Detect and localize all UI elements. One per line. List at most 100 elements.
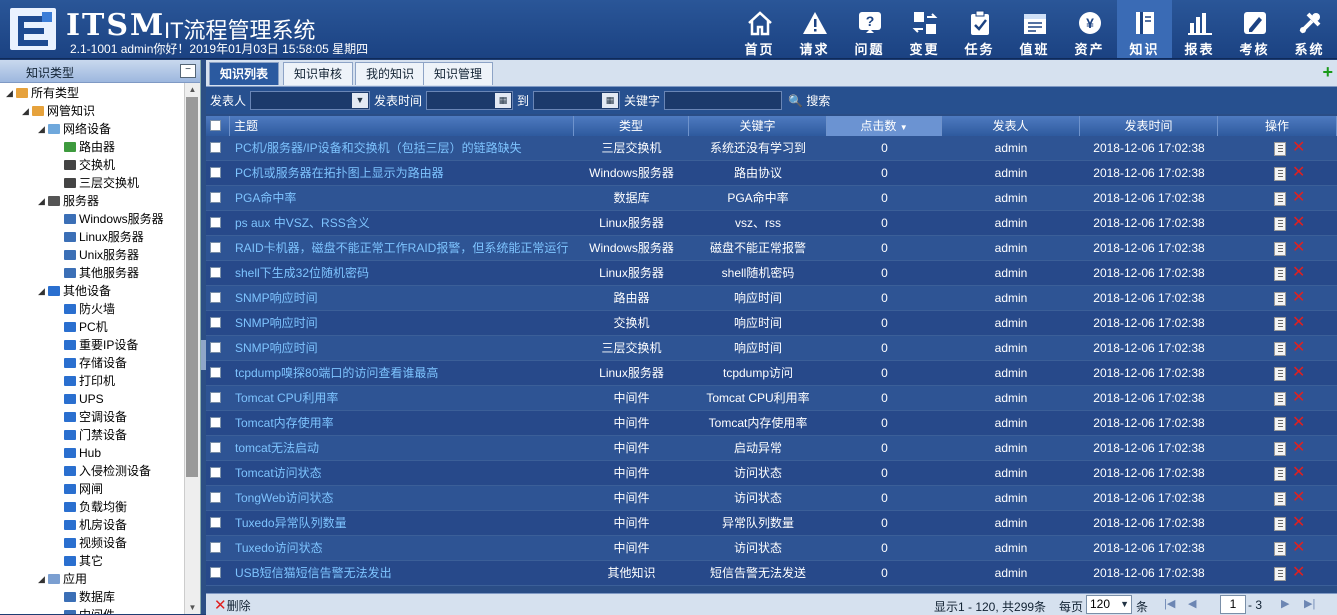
row-checkbox[interactable] xyxy=(210,142,221,153)
edit-icon[interactable] xyxy=(1274,417,1286,431)
subject-link[interactable]: RAID卡机器，磁盘不能正常工作RAID报警，但系统能正常运行 xyxy=(235,236,574,261)
subject-link[interactable]: tomcat无法启动 xyxy=(235,436,574,461)
subject-link[interactable]: Tomcat CPU利用率 xyxy=(235,386,574,411)
nav-item-bar-chart[interactable]: 报表 xyxy=(1172,0,1227,58)
tree-node[interactable]: 重要IP设备 xyxy=(54,336,138,354)
last-page-icon[interactable]: ▶| xyxy=(1304,597,1315,610)
tree-node[interactable]: 机房设备 xyxy=(54,516,127,534)
nav-item-yen[interactable]: ¥ 资产 xyxy=(1062,0,1117,58)
tree-node[interactable]: ◢ 网络设备 xyxy=(38,120,111,138)
subject-link[interactable]: Tomcat访问状态 xyxy=(235,461,574,486)
subject-link[interactable]: Tuxedo访问状态 xyxy=(235,536,574,561)
subject-link[interactable]: tcpdump嗅探80端口的访问查看谁最高 xyxy=(235,361,574,386)
tree-node[interactable]: 交换机 xyxy=(54,156,115,174)
tab-0[interactable]: 知识列表 xyxy=(209,62,280,85)
table-row[interactable]: USB短信猫短信告警无法发出 其他知识 短信告警无法发送 0 admin 2018-12-… xyxy=(206,561,1337,586)
tree-node[interactable]: 中间件 xyxy=(54,606,115,614)
tree-node[interactable]: ◢ 所有类型 xyxy=(6,84,79,102)
subject-link[interactable]: TongWeb访问状态 xyxy=(235,486,574,511)
tree-node[interactable]: PC机 xyxy=(54,318,108,336)
edit-icon[interactable] xyxy=(1274,267,1286,281)
nav-item-pencil[interactable]: 考核 xyxy=(1227,0,1282,58)
edit-icon[interactable] xyxy=(1274,367,1286,381)
subject-link[interactable]: Tomcat内存使用率 xyxy=(235,411,574,436)
subject-link[interactable]: SNMP响应时间 xyxy=(235,286,574,311)
table-row[interactable]: tomcat无法启动 中间件 启动异常 0 admin 2018-12-06 17:02:… xyxy=(206,436,1337,461)
column-header[interactable]: 点击数 ▼ xyxy=(827,116,942,136)
edit-icon[interactable] xyxy=(1274,442,1286,456)
subject-link[interactable]: PC机/服务器/IP设备和交换机（包括三层）的链路缺失 xyxy=(235,136,574,161)
subject-link[interactable]: PC机或服务器在拓扑图上显示为路由器 xyxy=(235,161,574,186)
delete-icon[interactable]: ✕ xyxy=(1292,538,1305,558)
delete-icon[interactable]: ✕ xyxy=(1292,463,1305,483)
tree-node[interactable]: 入侵检测设备 xyxy=(54,462,151,480)
row-checkbox[interactable] xyxy=(210,317,221,328)
table-row[interactable]: tcpdump嗅探80端口的访问查看谁最高 Linux服务器 tcpdump访问 0 a… xyxy=(206,361,1337,386)
keyword-input[interactable] xyxy=(664,91,783,110)
row-checkbox[interactable] xyxy=(210,442,221,453)
delete-icon[interactable]: ✕ xyxy=(1292,238,1305,258)
nav-item-book[interactable]: 知识 xyxy=(1117,0,1172,58)
sidebar-scrollbar[interactable]: ▲ ▼ xyxy=(184,83,200,614)
tab-1[interactable]: 知识审核 xyxy=(283,62,354,85)
column-header[interactable]: 类型 xyxy=(574,116,689,136)
tree-node[interactable]: UPS xyxy=(54,390,104,408)
table-row[interactable]: SNMP响应时间 交换机 响应时间 0 admin 2018-12-06 17:02:38… xyxy=(206,311,1337,336)
table-row[interactable]: shell下生成32位随机密码 Linux服务器 shell随机密码 0 admin 20… xyxy=(206,261,1337,286)
edit-icon[interactable] xyxy=(1274,167,1286,181)
delete-icon[interactable]: ✕ xyxy=(1292,388,1305,408)
column-header[interactable]: 发表人 xyxy=(942,116,1080,136)
nav-item-clipboard[interactable]: 任务 xyxy=(952,0,1007,58)
edit-icon[interactable] xyxy=(1274,292,1286,306)
row-checkbox[interactable] xyxy=(210,517,221,528)
tree-node[interactable]: 防火墙 xyxy=(54,300,115,318)
tree-node[interactable]: 路由器 xyxy=(54,138,115,156)
tree-node[interactable]: 门禁设备 xyxy=(54,426,127,444)
subject-link[interactable]: Tuxedo异常队列数量 xyxy=(235,511,574,536)
tree-node[interactable]: 网闸 xyxy=(54,480,103,498)
subject-link[interactable]: ps aux 中VSZ、RSS含义 xyxy=(235,211,574,236)
table-row[interactable]: PGA命中率 数据库 PGA命中率 0 admin 2018-12-06 17:02:38… xyxy=(206,186,1337,211)
expand-toggle-icon[interactable]: ◢ xyxy=(22,102,32,120)
scroll-up-icon[interactable]: ▲ xyxy=(185,83,200,96)
expand-toggle-icon[interactable]: ◢ xyxy=(38,120,48,138)
table-row[interactable]: Tomcat访问状态 中间件 访问状态 0 admin 2018-12-06 17:02:… xyxy=(206,461,1337,486)
delete-icon[interactable]: ✕ xyxy=(1292,413,1305,433)
edit-icon[interactable] xyxy=(1274,492,1286,506)
edit-icon[interactable] xyxy=(1274,142,1286,156)
tree-node[interactable]: 空调设备 xyxy=(54,408,127,426)
tree-node[interactable]: ◢ 服务器 xyxy=(38,192,99,210)
tree-node[interactable]: 其他服务器 xyxy=(54,264,139,282)
tab-3[interactable]: 知识管理 xyxy=(423,62,494,85)
edit-icon[interactable] xyxy=(1274,467,1286,481)
table-row[interactable]: SNMP响应时间 三层交换机 响应时间 0 admin 2018-12-06 17:02:… xyxy=(206,336,1337,361)
column-header[interactable]: 操作 xyxy=(1218,116,1337,136)
nav-item-calendar[interactable]: 值班 xyxy=(1007,0,1062,58)
table-row[interactable]: Tomcat内存使用率 中间件 Tomcat内存使用率 0 admin 2018-12-0… xyxy=(206,411,1337,436)
tree-node[interactable]: Linux服务器 xyxy=(54,228,144,246)
subject-link[interactable]: SNMP响应时间 xyxy=(235,311,574,336)
row-checkbox[interactable] xyxy=(210,417,221,428)
expand-toggle-icon[interactable]: ◢ xyxy=(38,282,48,300)
row-checkbox[interactable] xyxy=(210,167,221,178)
subject-link[interactable]: USB短信猫短信告警无法发出 xyxy=(235,561,574,586)
row-checkbox[interactable] xyxy=(210,467,221,478)
edit-icon[interactable] xyxy=(1274,242,1286,256)
table-row[interactable]: Tomcat CPU利用率 中间件 Tomcat CPU利用率 0 admin 2018-… xyxy=(206,386,1337,411)
start-date-input[interactable]: ▦ xyxy=(426,91,514,110)
edit-icon[interactable] xyxy=(1274,517,1286,531)
table-row[interactable]: ps aux 中VSZ、RSS含义 Linux服务器 vsz、rss 0 admin 20… xyxy=(206,211,1337,236)
nav-item-tools[interactable]: 系统 xyxy=(1282,0,1337,58)
row-checkbox[interactable] xyxy=(210,542,221,553)
column-header[interactable]: 关键字 xyxy=(689,116,827,136)
column-header[interactable]: 主题 xyxy=(230,116,574,136)
tree-node[interactable]: Hub xyxy=(54,444,101,462)
edit-icon[interactable] xyxy=(1274,542,1286,556)
table-row[interactable]: SNMP响应时间 路由器 响应时间 0 admin 2018-12-06 17:02:38… xyxy=(206,286,1337,311)
nav-item-home[interactable]: 首页 xyxy=(732,0,787,58)
tree-node[interactable]: Windows服务器 xyxy=(54,210,164,228)
first-page-icon[interactable]: |◀ xyxy=(1164,597,1175,610)
subject-link[interactable]: SNMP响应时间 xyxy=(235,336,574,361)
table-row[interactable]: RAID卡机器，磁盘不能正常工作RAID报警，但系统能正常运行 Windows服务… xyxy=(206,236,1337,261)
edit-icon[interactable] xyxy=(1274,392,1286,406)
